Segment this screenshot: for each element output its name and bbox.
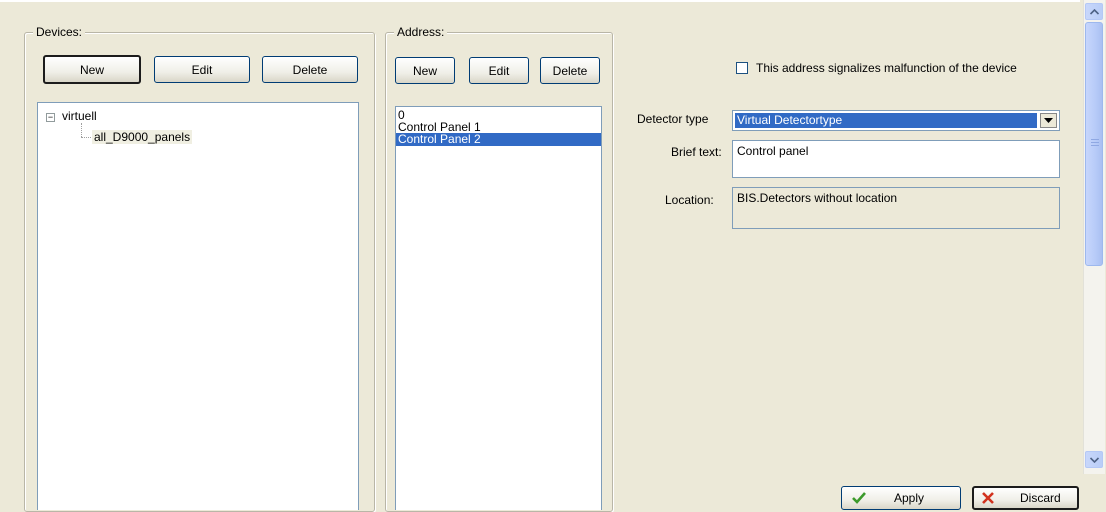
vertical-scrollbar[interactable] xyxy=(1083,0,1105,474)
top-edge xyxy=(0,0,1080,2)
discard-label: Discard xyxy=(1020,491,1061,505)
tree-collapse-icon[interactable]: − xyxy=(46,113,55,122)
location-label: Location: xyxy=(665,193,714,207)
detector-type-value: Virtual Detectortype xyxy=(735,113,1037,128)
address-list[interactable]: 0 Control Panel 1 Control Panel 2 xyxy=(395,106,602,510)
malfunction-label[interactable]: This address signalizes malfunction of t… xyxy=(756,61,1017,75)
x-icon xyxy=(982,492,994,504)
tree-connector xyxy=(81,123,82,137)
location-field: BIS.Detectors without location xyxy=(732,187,1060,229)
apply-button[interactable]: Apply xyxy=(841,486,961,510)
devices-delete-button[interactable]: Delete xyxy=(262,56,358,83)
scroll-up-icon[interactable] xyxy=(1085,3,1103,20)
list-item-selected[interactable]: Control Panel 2 xyxy=(396,133,601,146)
brief-text-label: Brief text: xyxy=(671,145,722,159)
tree-root-label[interactable]: virtuell xyxy=(62,109,97,123)
detector-type-label: Detector type xyxy=(637,112,709,126)
malfunction-checkbox[interactable] xyxy=(736,62,748,74)
scroll-thumb[interactable] xyxy=(1085,22,1103,266)
brief-text-field[interactable]: Control panel xyxy=(732,140,1060,178)
discard-button[interactable]: Discard xyxy=(972,486,1079,510)
devices-edit-button[interactable]: Edit xyxy=(154,56,250,83)
address-new-button[interactable]: New xyxy=(395,57,455,84)
address-edit-button[interactable]: Edit xyxy=(469,57,529,84)
scroll-down-icon[interactable] xyxy=(1085,451,1103,468)
devices-legend: Devices: xyxy=(33,25,86,39)
apply-label: Apply xyxy=(894,491,925,505)
address-legend: Address: xyxy=(394,25,448,39)
devices-tree[interactable]: − virtuell all_D9000_panels xyxy=(37,102,359,510)
check-icon xyxy=(852,492,866,504)
address-delete-button[interactable]: Delete xyxy=(540,57,600,84)
detector-type-select[interactable]: Virtual Detectortype xyxy=(732,110,1060,131)
dropdown-arrow-icon[interactable] xyxy=(1040,113,1057,128)
tree-child-label[interactable]: all_D9000_panels xyxy=(92,130,193,144)
tree-connector xyxy=(81,137,91,138)
devices-new-button[interactable]: New xyxy=(43,55,141,84)
